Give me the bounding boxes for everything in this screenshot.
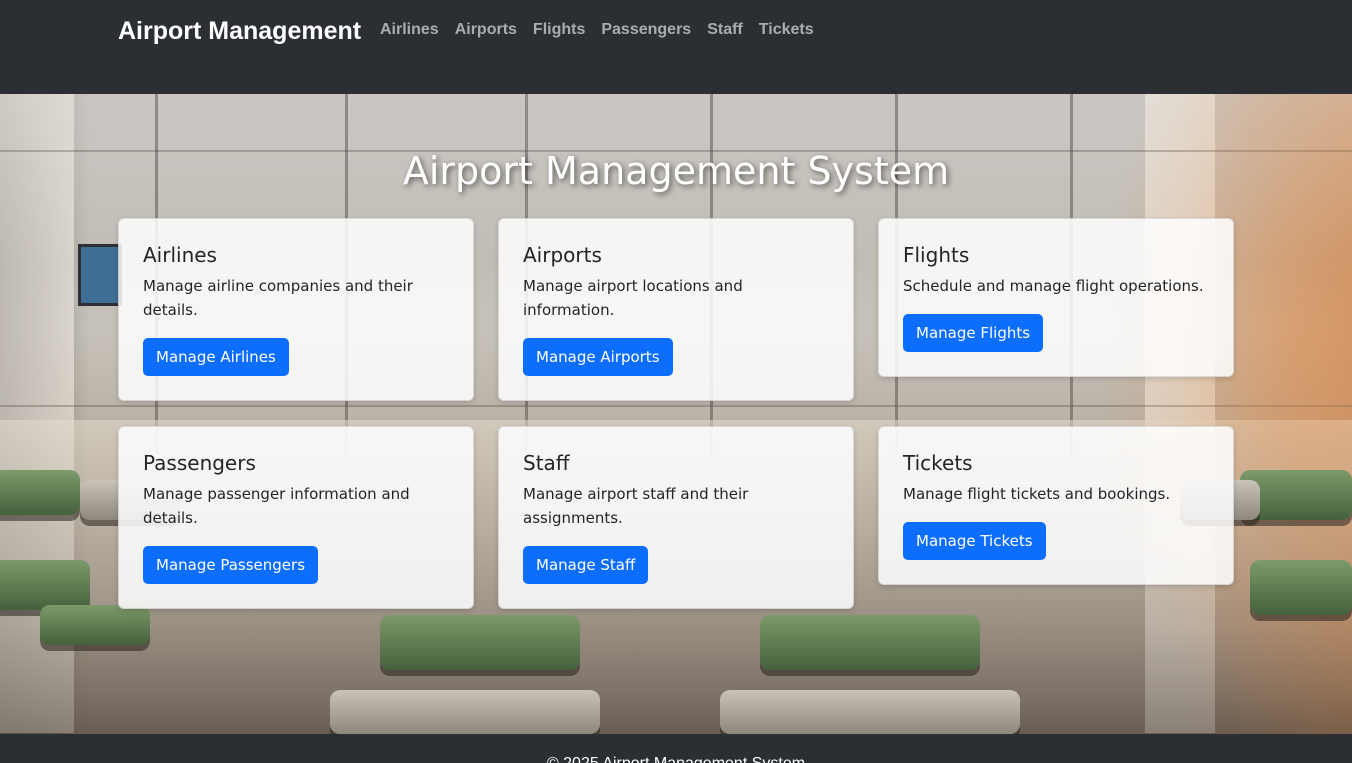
top-navbar: Airport Management Airlines Airports Fli… bbox=[0, 0, 1352, 94]
card-text: Manage passenger information and details… bbox=[143, 485, 410, 527]
card-passengers: Passengers Manage passenger information … bbox=[118, 426, 474, 609]
nav-link-staff[interactable]: Staff bbox=[707, 21, 743, 39]
card-text: Schedule and manage flight operations. bbox=[903, 277, 1204, 295]
manage-tickets-button[interactable]: Manage Tickets bbox=[903, 522, 1046, 560]
brand-link[interactable]: Airport Management bbox=[118, 17, 361, 46]
card-title: Staff bbox=[523, 451, 570, 475]
card-airports: Airports Manage airport locations and in… bbox=[498, 218, 854, 401]
card-staff: Staff Manage airport staff and their ass… bbox=[498, 426, 854, 609]
card-title: Airlines bbox=[143, 243, 217, 267]
manage-airlines-button[interactable]: Manage Airlines bbox=[143, 338, 289, 376]
card-flights: Flights Schedule and manage flight opera… bbox=[878, 218, 1234, 377]
card-text: Manage airline companies and their detai… bbox=[143, 277, 413, 319]
manage-staff-button[interactable]: Manage Staff bbox=[523, 546, 649, 584]
main-content: Airport Management System Airlines Manag… bbox=[0, 94, 1352, 734]
footer-copyright: © 2025 Airport Management System bbox=[547, 755, 805, 763]
card-title: Airports bbox=[523, 243, 602, 267]
page-title: Airport Management System bbox=[402, 149, 950, 193]
nav-link-airlines[interactable]: Airlines bbox=[380, 21, 439, 39]
manage-airports-button[interactable]: Manage Airports bbox=[523, 338, 673, 376]
card-tickets: Tickets Manage flight tickets and bookin… bbox=[878, 426, 1234, 585]
card-text: Manage airport locations and information… bbox=[523, 277, 743, 319]
manage-passengers-button[interactable]: Manage Passengers bbox=[143, 546, 319, 584]
nav-link-passengers[interactable]: Passengers bbox=[601, 21, 691, 39]
nav-links: Airlines Airports Flights Passengers Sta… bbox=[380, 21, 830, 39]
card-text: Manage flight tickets and bookings. bbox=[903, 485, 1171, 503]
nav-link-tickets[interactable]: Tickets bbox=[759, 21, 814, 39]
card-airlines: Airlines Manage airline companies and th… bbox=[118, 218, 474, 401]
manage-flights-button[interactable]: Manage Flights bbox=[903, 314, 1044, 352]
nav-link-flights[interactable]: Flights bbox=[533, 21, 585, 39]
card-title: Tickets bbox=[903, 451, 973, 475]
nav-link-airports[interactable]: Airports bbox=[455, 21, 517, 39]
card-title: Passengers bbox=[143, 451, 256, 475]
card-title: Flights bbox=[903, 243, 970, 267]
footer: © 2025 Airport Management System bbox=[0, 734, 1352, 763]
card-text: Manage airport staff and their assignmen… bbox=[523, 485, 749, 527]
